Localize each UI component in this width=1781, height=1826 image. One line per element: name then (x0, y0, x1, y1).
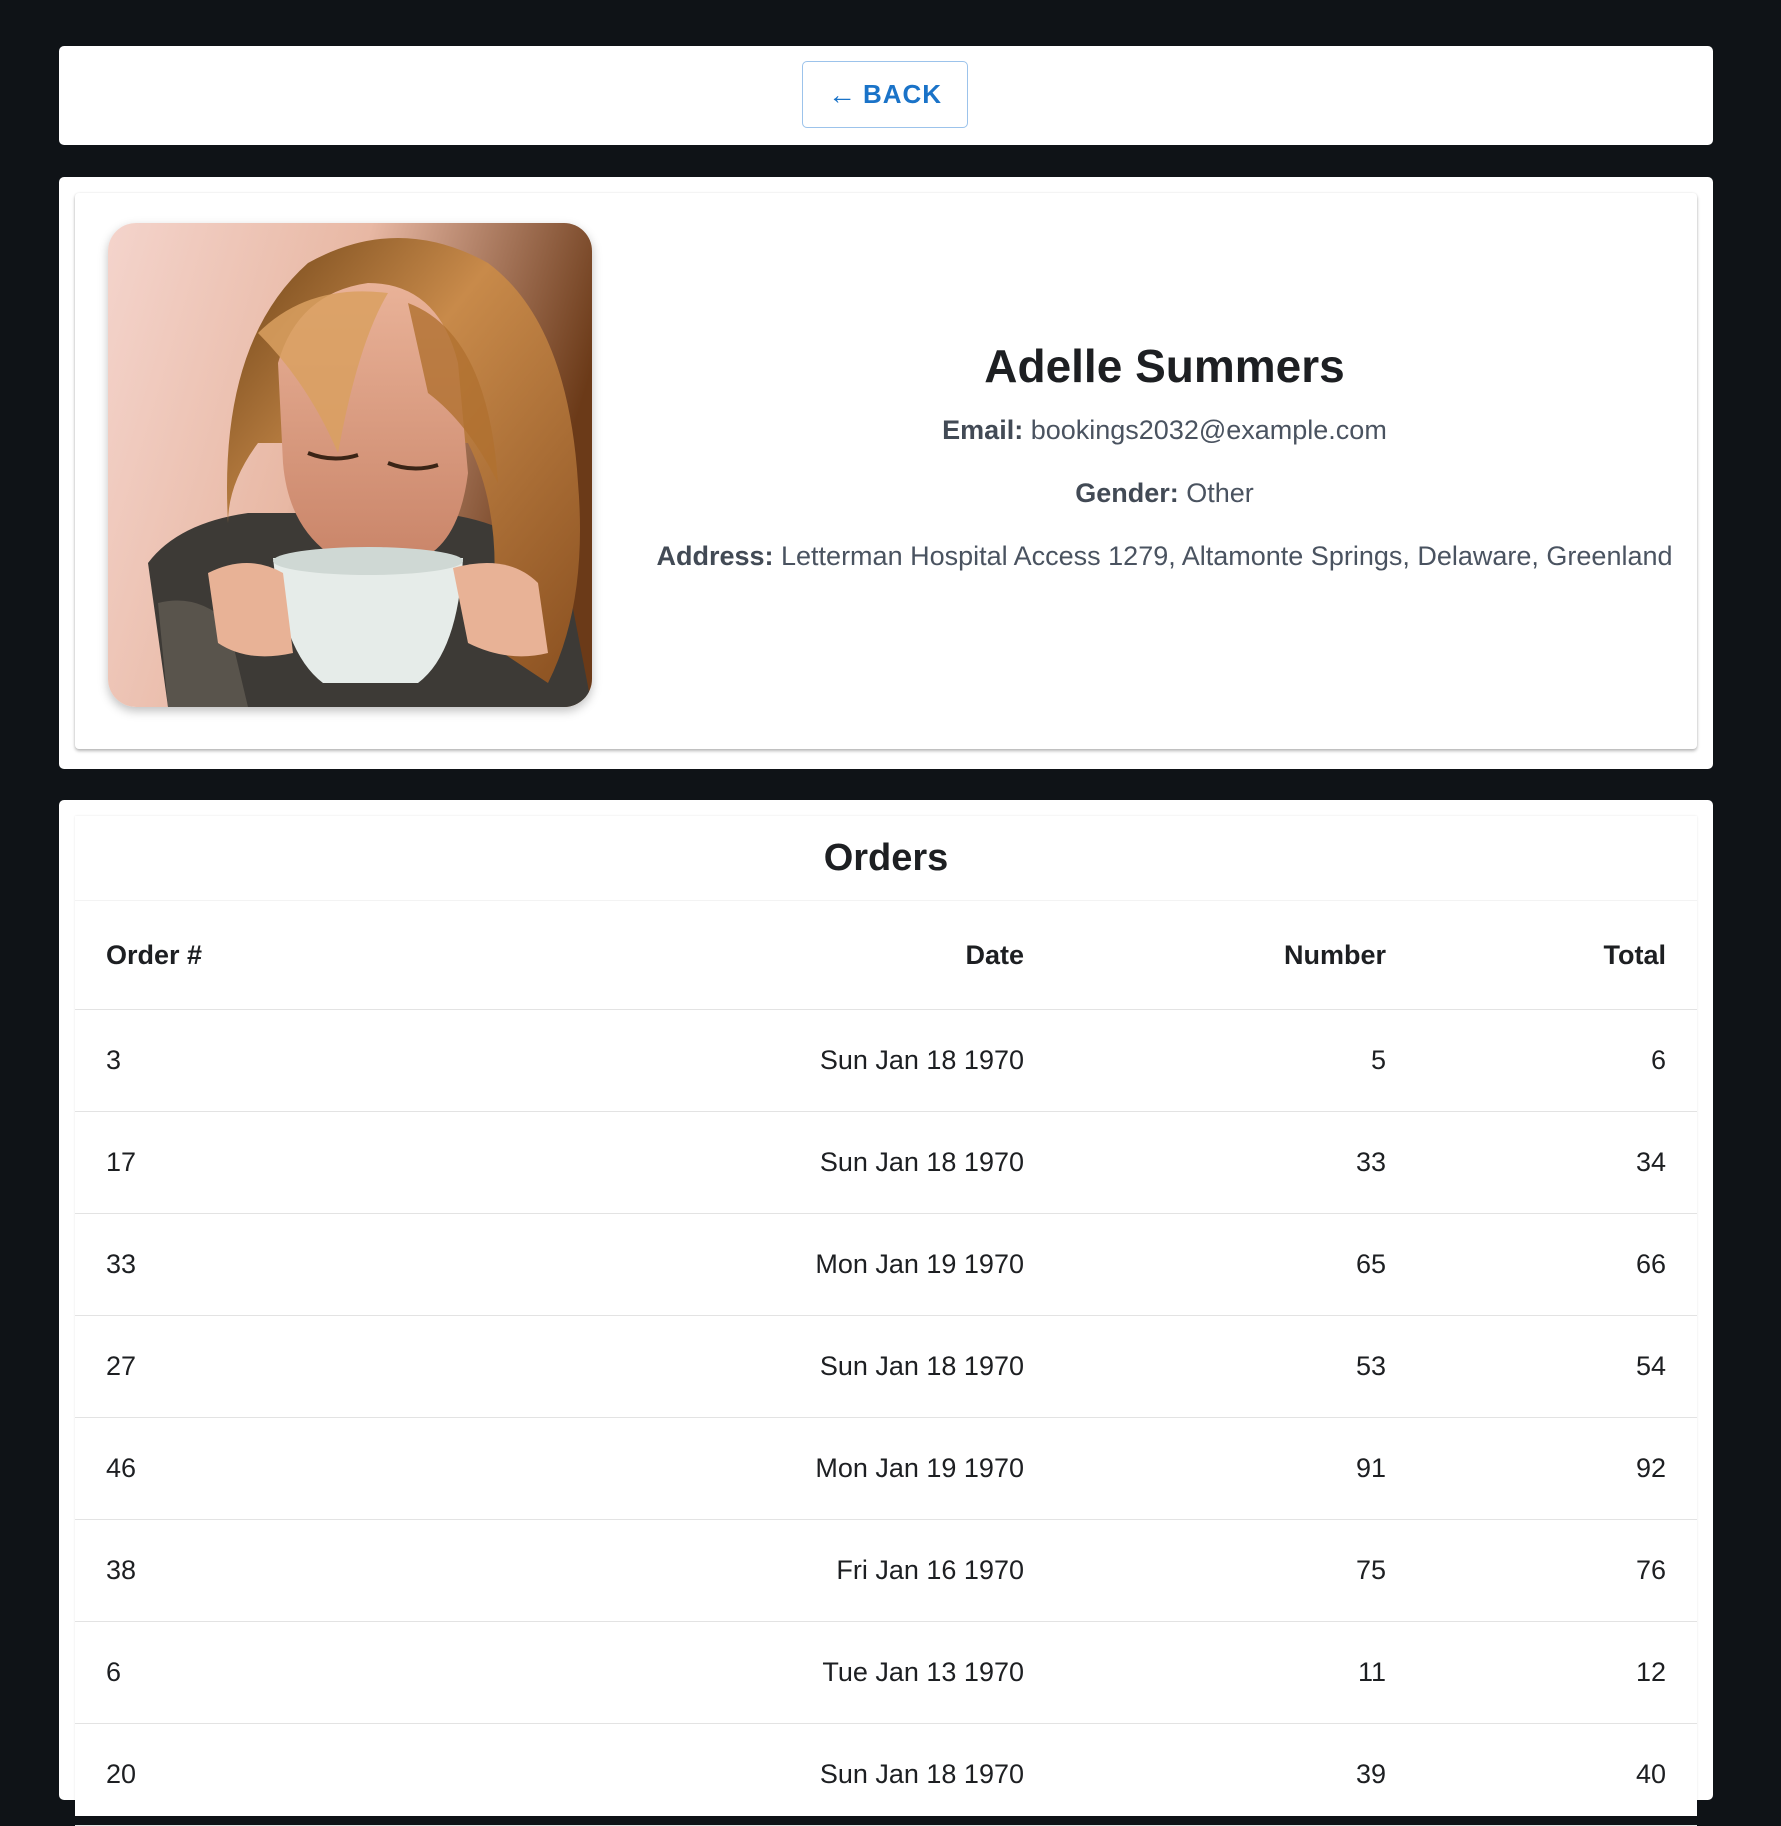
order-date-cell: Mon Jan 19 1970 (527, 1417, 1055, 1520)
order-date-cell: Tue Jan 13 1970 (527, 1621, 1055, 1724)
order-number-cell: 3 (75, 1009, 527, 1112)
order-number-cell: 27 (75, 1315, 527, 1418)
column-header-number[interactable]: Number (1055, 901, 1417, 1010)
order-quantity-cell: 91 (1055, 1417, 1417, 1520)
orders-card: Orders Order # Date Number Total 3 Sun Ja… (75, 816, 1697, 1826)
avatar (108, 223, 592, 707)
order-quantity-cell: 75 (1055, 1519, 1417, 1622)
back-arrow-icon: ← (827, 78, 857, 110)
order-total-cell: 54 (1417, 1315, 1697, 1418)
order-number-cell: 38 (75, 1519, 527, 1622)
table-row[interactable]: 6 Tue Jan 13 1970 11 12 (75, 1621, 1697, 1724)
order-number-cell: 20 (75, 1723, 527, 1826)
orders-title: Orders (75, 816, 1697, 901)
order-date-cell: Sun Jan 18 1970 (527, 1723, 1055, 1826)
order-number-cell: 6 (75, 1621, 527, 1724)
order-total-cell: 66 (1417, 1213, 1697, 1316)
orders-section: Orders Order # Date Number Total 3 Sun Ja… (59, 800, 1713, 1826)
order-number-cell: 33 (75, 1213, 527, 1316)
order-quantity-cell: 39 (1055, 1723, 1417, 1826)
order-date-cell: Sun Jan 18 1970 (527, 1009, 1055, 1112)
address-label: Address: (656, 540, 774, 571)
order-date-cell: Fri Jan 16 1970 (527, 1519, 1055, 1622)
gender-value: Other (1186, 477, 1254, 508)
table-header-row: Order # Date Number Total (75, 901, 1697, 1010)
order-number-cell: 46 (75, 1417, 527, 1520)
gender-line: Gender: Other (1075, 478, 1254, 509)
address-line: Address: Letterman Hospital Access 1279,… (656, 541, 1672, 572)
order-quantity-cell: 11 (1055, 1621, 1417, 1724)
order-quantity-cell: 5 (1055, 1009, 1417, 1112)
order-total-cell: 92 (1417, 1417, 1697, 1520)
order-total-cell: 6 (1417, 1009, 1697, 1112)
avatar-photo (108, 223, 592, 707)
order-quantity-cell: 65 (1055, 1213, 1417, 1316)
profile-name: Adelle Summers (984, 339, 1345, 392)
order-date-cell: Sun Jan 18 1970 (527, 1111, 1055, 1214)
order-total-cell: 12 (1417, 1621, 1697, 1724)
order-date-cell: Mon Jan 19 1970 (527, 1213, 1055, 1316)
email-line: Email: bookings2032@example.com (942, 415, 1387, 446)
top-bar: ← BACK (59, 46, 1713, 145)
gender-label: Gender: (1075, 477, 1179, 508)
email-value: bookings2032@example.com (1030, 414, 1387, 445)
address-value: Letterman Hospital Access 1279, Altamont… (781, 540, 1673, 571)
order-number-cell: 17 (75, 1111, 527, 1214)
table-row[interactable]: 38 Fri Jan 16 1970 75 76 (75, 1519, 1697, 1622)
back-button-label: BACK (862, 79, 943, 109)
table-row[interactable]: 17 Sun Jan 18 1970 33 34 (75, 1111, 1697, 1214)
back-button[interactable]: ← BACK (802, 61, 968, 128)
order-quantity-cell: 33 (1055, 1111, 1417, 1214)
profile-section: Adelle Summers Email: bookings2032@examp… (59, 177, 1713, 769)
profile-card: Adelle Summers Email: bookings2032@examp… (75, 193, 1697, 749)
column-header-date[interactable]: Date (527, 901, 1055, 1010)
order-quantity-cell: 53 (1055, 1315, 1417, 1418)
table-row[interactable]: 46 Mon Jan 19 1970 91 92 (75, 1417, 1697, 1520)
orders-table: Order # Date Number Total 3 Sun Jan 18 19… (75, 901, 1697, 1826)
order-date-cell: Sun Jan 18 1970 (527, 1315, 1055, 1418)
table-row[interactable]: 20 Sun Jan 18 1970 39 40 (75, 1723, 1697, 1826)
profile-info: Adelle Summers Email: bookings2032@examp… (632, 193, 1697, 749)
order-total-cell: 34 (1417, 1111, 1697, 1214)
order-total-cell: 76 (1417, 1519, 1697, 1622)
order-total-cell: 40 (1417, 1723, 1697, 1826)
column-header-order[interactable]: Order # (75, 901, 527, 1010)
column-header-total[interactable]: Total (1417, 901, 1697, 1010)
table-row[interactable]: 3 Sun Jan 18 1970 5 6 (75, 1009, 1697, 1112)
table-row[interactable]: 33 Mon Jan 19 1970 65 66 (75, 1213, 1697, 1316)
email-label: Email: (942, 414, 1024, 445)
table-row[interactable]: 27 Sun Jan 18 1970 53 54 (75, 1315, 1697, 1418)
